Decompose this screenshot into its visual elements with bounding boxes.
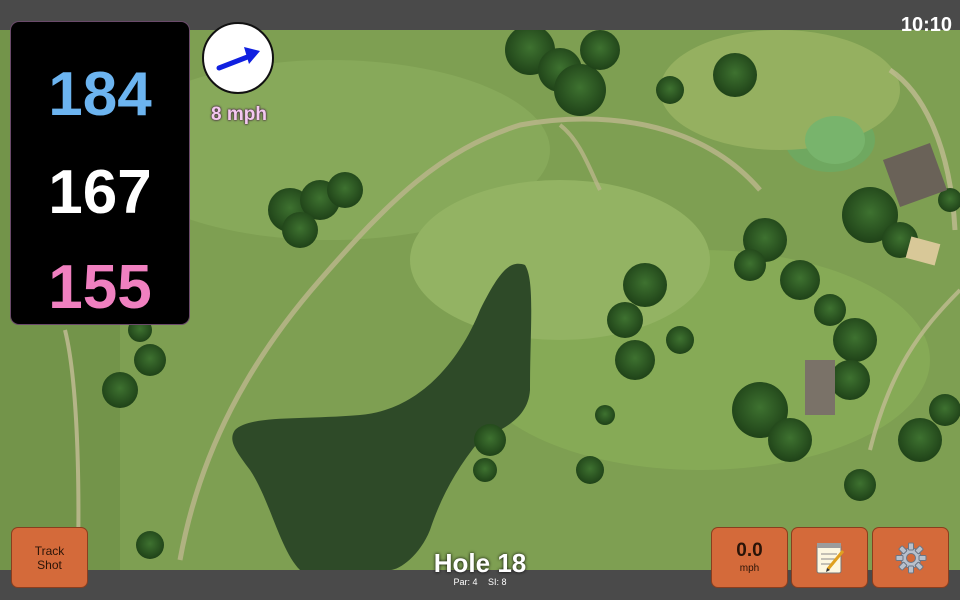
track-shot-label-line2: Shot <box>37 557 62 572</box>
hole-par: Par: 4 <box>453 577 478 587</box>
hole-title: Hole 18 <box>433 548 527 578</box>
back-distance: 184 <box>48 60 152 129</box>
gear-icon <box>895 542 926 573</box>
hole-stroke-index: SI: 8 <box>488 577 507 587</box>
arrow-icon <box>216 47 260 71</box>
track-shot-label-line1: Track <box>34 543 65 558</box>
wind-speed-label: 8 mph <box>211 104 267 125</box>
status-clock: 10:10 <box>900 14 952 36</box>
speed-value: 0.0 <box>736 539 763 561</box>
front-distance: 155 <box>48 253 152 322</box>
wind-direction-indicator <box>202 22 274 94</box>
speed-button[interactable]: 0.0 mph <box>712 528 787 587</box>
track-shot-button[interactable]: Track Shot <box>12 528 87 587</box>
distance-panel: 184 167 155 <box>11 22 189 324</box>
hole-details: Par: 4 SI: 8 <box>380 577 580 588</box>
settings-button[interactable] <box>873 528 948 587</box>
notepad-icon <box>816 542 844 573</box>
center-distance: 167 <box>48 158 152 227</box>
notes-button[interactable] <box>792 528 867 587</box>
speed-unit: mph <box>739 562 760 574</box>
